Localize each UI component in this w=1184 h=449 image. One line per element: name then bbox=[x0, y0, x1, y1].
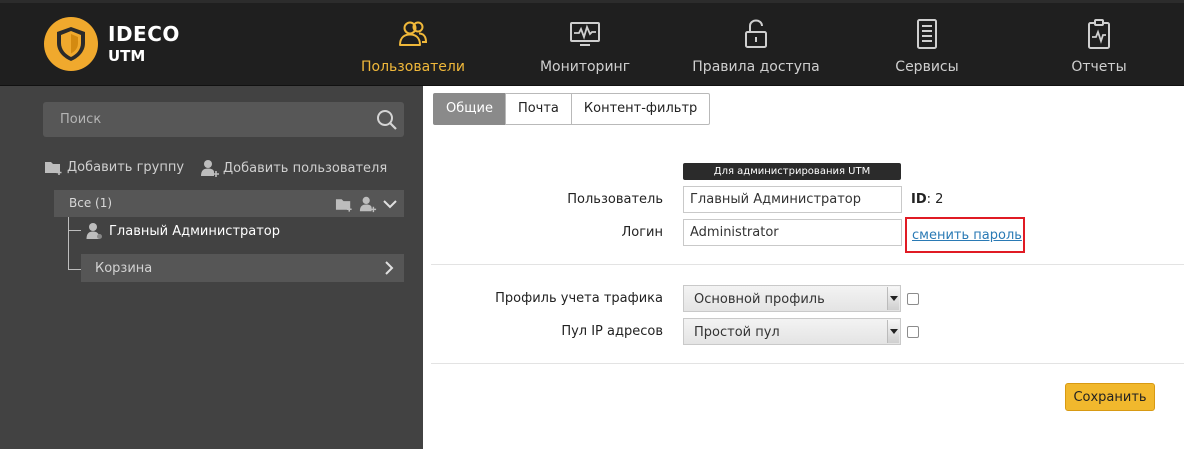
main-panel: Общие Почта Контент-фильтр Для администр… bbox=[423, 86, 1184, 449]
tab-content-filter[interactable]: Контент-фильтр bbox=[570, 93, 711, 125]
divider bbox=[431, 264, 1184, 265]
nav-services[interactable]: Сервисы bbox=[877, 0, 977, 86]
group-row-all[interactable]: Все (1) bbox=[54, 190, 404, 217]
ip-pool-value: Простой пул bbox=[694, 325, 780, 340]
user-icon bbox=[86, 223, 102, 239]
nav-users-label: Пользователи bbox=[361, 59, 465, 75]
brand-name: IDECO bbox=[108, 22, 180, 46]
dropdown-arrow-icon bbox=[887, 320, 899, 343]
add-user-icon[interactable] bbox=[359, 195, 377, 213]
nav-monitoring[interactable]: Мониторинг bbox=[525, 0, 645, 86]
change-password-highlight: сменить пароль bbox=[905, 217, 1025, 253]
monitor-icon bbox=[570, 22, 600, 46]
sidebar: Добавить группу Добавить пользователя Вс… bbox=[0, 86, 423, 449]
shield-logo-icon bbox=[44, 17, 98, 71]
clipboard-icon bbox=[1088, 19, 1110, 49]
divider bbox=[431, 363, 1184, 364]
traffic-profile-checkbox[interactable] bbox=[907, 293, 919, 305]
admin-badge: Для администрирования UTM bbox=[683, 163, 901, 180]
id-value: : 2 bbox=[926, 192, 944, 207]
add-user-button[interactable]: Добавить пользователя bbox=[200, 159, 387, 177]
server-icon bbox=[917, 19, 937, 49]
nav-monitoring-label: Мониторинг bbox=[539, 59, 631, 75]
brand-product: UTM bbox=[108, 47, 146, 65]
dropdown-arrow-icon bbox=[887, 287, 899, 310]
add-user-icon bbox=[201, 160, 219, 177]
nav-access-rules-label: Правила доступа bbox=[692, 59, 820, 75]
user-name-input[interactable] bbox=[683, 186, 902, 213]
tree-user-label: Главный Администратор bbox=[109, 223, 281, 239]
add-folder-icon bbox=[45, 162, 62, 175]
ip-pool-checkbox[interactable] bbox=[907, 326, 919, 338]
search-box bbox=[43, 102, 404, 137]
tab-mail[interactable]: Почта bbox=[504, 93, 572, 125]
chevron-right-icon bbox=[385, 261, 394, 275]
add-folder-icon[interactable] bbox=[335, 196, 354, 212]
top-navigation-bar: IDECO UTM Пользователи Мониторинг Правил… bbox=[0, 0, 1184, 86]
change-password-link[interactable]: сменить пароль bbox=[912, 228, 1022, 243]
tree-connector bbox=[68, 217, 69, 270]
add-user-label: Добавить пользователя bbox=[223, 160, 388, 176]
search-input[interactable] bbox=[43, 102, 363, 137]
tree-connector bbox=[68, 269, 81, 270]
login-label: Логин bbox=[621, 225, 663, 240]
users-icon bbox=[399, 21, 428, 46]
ip-pool-label: Пул IP адресов bbox=[561, 324, 663, 339]
save-button[interactable]: Сохранить bbox=[1065, 383, 1155, 411]
traffic-profile-value: Основной профиль bbox=[694, 292, 825, 307]
trash-label: Корзина bbox=[95, 261, 153, 276]
group-all-label: Все (1) bbox=[69, 196, 113, 210]
nav-users[interactable]: Пользователи bbox=[348, 0, 478, 86]
group-actions bbox=[335, 195, 398, 213]
traffic-profile-select[interactable]: Основной профиль bbox=[683, 285, 901, 312]
chevron-down-icon[interactable] bbox=[382, 198, 398, 210]
nav-access-rules[interactable]: Правила доступа bbox=[690, 0, 822, 86]
add-group-label: Добавить группу bbox=[67, 159, 185, 175]
nav-reports-label: Отчеты bbox=[1071, 59, 1127, 75]
user-id: ID: 2 bbox=[911, 192, 943, 207]
add-group-button[interactable]: Добавить группу bbox=[44, 159, 184, 175]
tab-general[interactable]: Общие bbox=[433, 93, 506, 125]
tab-bar: Общие Почта Контент-фильтр bbox=[433, 93, 711, 125]
unlock-icon bbox=[745, 19, 767, 48]
nav-services-label: Сервисы bbox=[895, 59, 959, 75]
tree-user-item[interactable]: Главный Администратор bbox=[86, 222, 280, 240]
user-label: Пользователь bbox=[567, 192, 663, 207]
id-label: ID bbox=[911, 192, 927, 207]
traffic-profile-label: Профиль учета трафика bbox=[495, 291, 663, 306]
nav-reports[interactable]: Отчеты bbox=[1055, 0, 1143, 86]
login-input[interactable] bbox=[683, 219, 902, 246]
search-icon[interactable] bbox=[376, 109, 398, 131]
trash-row[interactable]: Корзина bbox=[81, 254, 404, 282]
tree-connector bbox=[68, 230, 81, 231]
ip-pool-select[interactable]: Простой пул bbox=[683, 318, 901, 345]
